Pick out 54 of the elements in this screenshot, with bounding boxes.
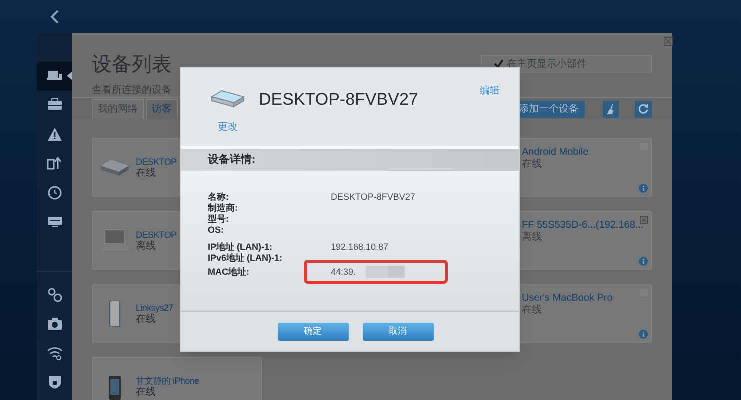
field-value: DESKTOP-8FVBV27	[331, 192, 416, 203]
field-label: OS:	[208, 225, 226, 236]
dialog-button[interactable]: 取消	[362, 322, 434, 340]
page-title: 设备列表	[92, 53, 172, 77]
field-value: 44:39.	[331, 266, 356, 278]
device-status: 在线	[136, 168, 157, 180]
device-status: 在线	[136, 314, 157, 326]
warning-icon	[46, 126, 62, 142]
section-header: 设备详情:	[181, 149, 519, 171]
field-label: 名称:	[208, 192, 230, 203]
sidebar-item[interactable]	[37, 62, 72, 91]
device-status: 离线	[522, 232, 542, 244]
device-status: 在线	[522, 159, 542, 171]
device-name: DESKTOP	[136, 156, 177, 168]
transfer-icon	[46, 156, 62, 172]
device-card[interactable]: DESKTOP 离线	[92, 211, 180, 270]
redaction-block	[388, 266, 406, 278]
info-icon[interactable]	[639, 257, 648, 266]
broom-icon	[606, 104, 616, 114]
device-name: Linksys27	[136, 302, 174, 314]
tab[interactable]: 访客	[146, 99, 178, 119]
field-label: 型号:	[208, 214, 230, 225]
device-name: FF 55S535D-6...(192.168...	[522, 220, 644, 232]
dialog-button[interactable]: 确定	[278, 322, 348, 340]
device-name: DESKTOP-8FVBV27	[259, 90, 418, 111]
info-icon[interactable]	[639, 184, 648, 193]
edit-link[interactable]: 编辑	[480, 84, 500, 146]
field-label: MAC地址:	[208, 266, 250, 278]
wifi-icon	[46, 344, 62, 360]
clean-button[interactable]	[603, 100, 619, 118]
back-icon[interactable]	[50, 10, 60, 24]
device-card[interactable]: 甘文静的 iPhone 在线	[92, 357, 262, 400]
device-status: 离线	[136, 240, 157, 252]
device-card[interactable]: Linksys27 在线	[92, 284, 180, 343]
field-label: IPv6地址 (LAN)-1:	[208, 253, 284, 264]
checkbox-icon[interactable]	[494, 59, 504, 69]
device-name: 甘文静的 iPhone	[136, 374, 200, 386]
device-name: DESKTOP	[136, 228, 177, 240]
refresh-button[interactable]	[635, 100, 652, 118]
device-card[interactable]: DESKTOP 在线	[92, 138, 180, 197]
clock-icon	[46, 184, 62, 200]
shield-icon	[46, 374, 62, 390]
hard-drive-icon	[210, 88, 246, 108]
device-name: Android Mobile	[522, 147, 589, 158]
field-label: IP地址 (LAN)-1:	[208, 242, 274, 253]
field-label: 制造商:	[208, 203, 239, 214]
device-status: 在线	[136, 386, 156, 398]
refresh-icon	[638, 104, 648, 114]
info-icon[interactable]	[639, 330, 648, 339]
field-value: 192.168.10.87	[331, 242, 389, 253]
device-name: User's MacBook Pro	[522, 293, 613, 304]
camera-icon	[46, 316, 62, 332]
device-status: 在线	[522, 305, 542, 317]
change-link[interactable]: 更改	[218, 120, 238, 135]
